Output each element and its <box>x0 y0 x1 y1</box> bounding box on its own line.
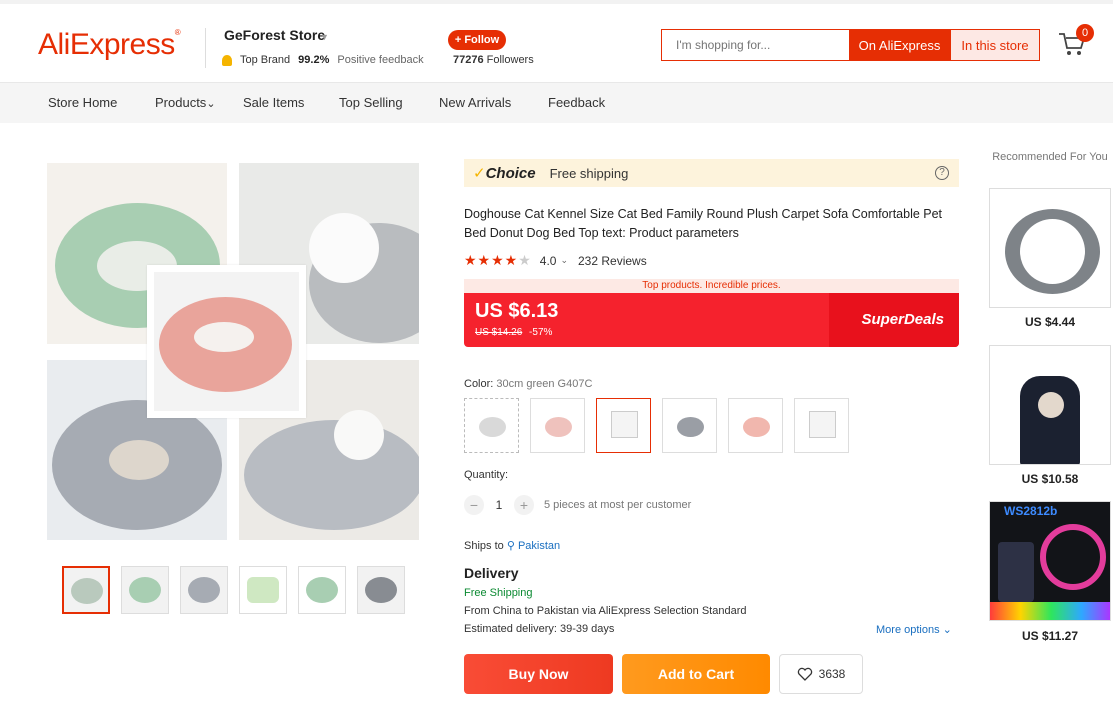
recommended-price-3: US $11.27 <box>1021 629 1079 643</box>
swatch-2[interactable] <box>530 398 585 453</box>
original-price: US $14.26 <box>475 327 523 338</box>
check-icon: ✓ <box>473 165 486 182</box>
medal-icon <box>222 54 232 66</box>
thumbnail-5[interactable] <box>298 566 346 614</box>
store-nav: Store Home Products⌄ Sale Items Top Sell… <box>0 83 1113 123</box>
thumbnail-strip <box>62 566 405 614</box>
stars-filled: ★★★★ <box>464 252 519 268</box>
reviews-link[interactable]: 232 Reviews <box>578 254 647 268</box>
ws2812b-overlay: WS2812b <box>1004 504 1058 518</box>
delivery-heading: Delivery <box>464 565 519 581</box>
ships-to: Ships to ⚲ Pakistan <box>464 539 560 552</box>
buy-now-button[interactable]: Buy Now <box>464 654 613 694</box>
product-title: Doghouse Cat Kennel Size Cat Bed Family … <box>464 207 943 240</box>
thumbnail-4[interactable] <box>239 566 287 614</box>
discount-percent: -57% <box>529 327 553 338</box>
photo-pink-bed <box>147 265 306 418</box>
nav-store-home[interactable]: Store Home <box>48 95 117 110</box>
product-page: AliExpress® GeForest Store ▼ Top Brand 9… <box>0 0 1113 714</box>
wishlist-button[interactable]: 3638 <box>779 654 863 694</box>
recommended-price-2: US $10.58 <box>1021 472 1079 486</box>
location-pin-icon: ⚲ <box>506 540 515 552</box>
search-input[interactable] <box>662 30 849 60</box>
search-in-store-button[interactable]: In this store <box>950 30 1039 60</box>
thumbnail-2[interactable] <box>121 566 169 614</box>
cart-count-badge: 0 <box>1076 24 1094 42</box>
store-header: AliExpress® GeForest Store ▼ Top Brand 9… <box>0 0 1113 83</box>
quantity-label: Quantity: <box>464 469 509 481</box>
search-bar: On AliExpress In this store <box>661 29 1040 61</box>
stars-empty: ★ <box>518 252 532 268</box>
chevron-down-icon: ⌄ <box>560 255 568 265</box>
color-swatches <box>464 398 849 453</box>
top-brand-label: Top Brand <box>240 54 291 66</box>
swatch-3[interactable] <box>596 398 651 453</box>
recommended-item-3[interactable]: WS2812b <box>989 501 1111 621</box>
rating-row[interactable]: ★★★★★ 4.0 ⌄ 232 Reviews <box>464 252 647 269</box>
chevron-down-icon[interactable]: ▼ <box>320 32 329 42</box>
add-to-cart-button[interactable]: Add to Cart <box>622 654 770 694</box>
quantity-stepper: − 1 + 5 pieces at most per customer <box>464 495 691 515</box>
nav-products[interactable]: Products⌄ <box>155 95 216 110</box>
quantity-value[interactable]: 1 <box>484 498 514 512</box>
product-main-image[interactable] <box>47 163 419 540</box>
swatch-6[interactable] <box>794 398 849 453</box>
more-options-link[interactable]: More options ⌄ <box>876 623 952 636</box>
store-meta: Top Brand 99.2% Positive feedback <box>222 54 424 66</box>
thumbnail-3[interactable] <box>180 566 228 614</box>
color-value: 30cm green G407C <box>496 378 593 390</box>
recommended-price-1: US $4.44 <box>1024 315 1076 329</box>
heart-icon <box>797 667 812 681</box>
free-shipping-label: Free Shipping <box>464 587 533 599</box>
recommended-item-1[interactable] <box>989 188 1111 308</box>
estimated-delivery: Estimated delivery: 39-39 days <box>464 623 615 635</box>
chevron-down-icon: ⌄ <box>942 624 952 636</box>
nav-new-arrivals[interactable]: New Arrivals <box>439 95 511 110</box>
aliexpress-logo[interactable]: AliExpress® <box>38 28 181 62</box>
recommended-title: Recommended For You <box>992 151 1108 163</box>
quantity-limit-note: 5 pieces at most per customer <box>544 499 692 511</box>
positive-feedback-percent: 99.2% <box>298 54 330 66</box>
choice-banner: ✓Choice Free shipping ? <box>464 159 959 187</box>
nav-feedback[interactable]: Feedback <box>548 95 605 110</box>
swatch-4[interactable] <box>662 398 717 453</box>
choice-logo: ✓Choice <box>473 165 536 182</box>
search-on-aliexpress-button[interactable]: On AliExpress <box>849 30 950 60</box>
rating-score: 4.0 <box>539 253 557 268</box>
deal-tagline: Top products. Incredible prices. <box>464 279 959 293</box>
price-box: US $6.13 US $14.26 -57% SuperDeals <box>464 293 959 347</box>
positive-feedback-label: Positive feedback <box>337 54 424 66</box>
ships-to-label: Ships to <box>464 540 504 552</box>
current-price: US $6.13 <box>475 300 559 322</box>
header-divider <box>205 28 206 68</box>
followers-count: 77276 <box>453 54 484 66</box>
swatch-5[interactable] <box>728 398 783 453</box>
followers-label: Followers <box>486 54 534 66</box>
nav-top-selling[interactable]: Top Selling <box>339 95 403 110</box>
quantity-decrease-button[interactable]: − <box>464 495 484 515</box>
color-label: Color: 30cm green G407C <box>464 378 593 390</box>
nav-products-label: Products <box>155 95 207 110</box>
choice-free-shipping: Free shipping <box>549 165 629 181</box>
chevron-down-icon: ⌄ <box>206 98 216 110</box>
followers: 77276 Followers <box>453 54 534 66</box>
recommended-item-2[interactable] <box>989 345 1111 465</box>
nav-sale-items[interactable]: Sale Items <box>243 95 304 110</box>
wishlist-count: 3638 <box>818 667 846 681</box>
thumbnail-6[interactable] <box>357 566 405 614</box>
thumbnail-1[interactable] <box>62 566 110 614</box>
swatch-1[interactable] <box>464 398 519 453</box>
ships-to-country[interactable]: Pakistan <box>518 540 560 552</box>
help-icon[interactable]: ? <box>935 166 949 180</box>
store-name[interactable]: GeForest Store <box>224 27 325 43</box>
quantity-increase-button[interactable]: + <box>514 495 534 515</box>
rating-stars: ★★★★★ <box>464 252 532 269</box>
shipping-route: From China to Pakistan via AliExpress Se… <box>464 605 747 617</box>
follow-button[interactable]: + Follow <box>448 30 506 50</box>
superdeals-label: SuperDeals <box>861 311 944 328</box>
old-price-row: US $14.26 -57% <box>475 327 552 338</box>
